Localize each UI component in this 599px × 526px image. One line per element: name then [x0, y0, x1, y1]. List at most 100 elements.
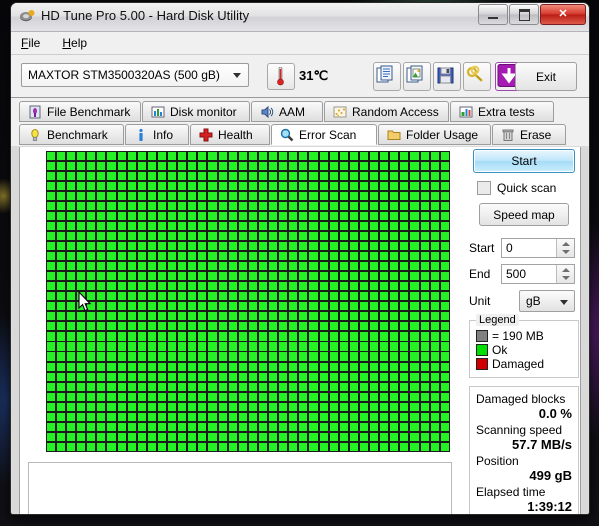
scan-block [299, 232, 308, 241]
start-button[interactable]: Start [473, 149, 575, 173]
scan-block [440, 342, 449, 351]
menu-item-help[interactable]: Help [62, 36, 87, 50]
close-icon: ✕ [558, 8, 568, 20]
copy-image-button[interactable] [403, 62, 431, 91]
license-key-button[interactable] [463, 62, 491, 91]
scan-block [258, 402, 268, 411]
scan-block [137, 352, 146, 361]
scan-block [188, 232, 197, 241]
scan-block [218, 191, 227, 201]
scan-block [67, 372, 76, 381]
scan-block [117, 412, 126, 421]
scan-block [157, 342, 167, 351]
scan-block [228, 282, 237, 291]
speed-map-button[interactable]: Speed map [479, 203, 569, 226]
stepper-up-icon[interactable] [562, 242, 570, 246]
scan-block [430, 222, 439, 231]
unit-select[interactable]: gB [519, 290, 575, 312]
scan-block [137, 392, 146, 401]
scan-block [400, 201, 409, 211]
scan-block [269, 282, 278, 291]
scan-block [87, 362, 96, 371]
scan-block [299, 392, 308, 401]
end-input[interactable]: 500 [501, 264, 575, 284]
scan-block [97, 292, 106, 301]
scan-block [228, 232, 237, 241]
scan-block [117, 232, 126, 241]
scan-block [269, 222, 278, 231]
scan-block [77, 242, 86, 251]
save-button[interactable] [433, 62, 461, 91]
tab-info[interactable]: Info [125, 124, 189, 145]
scan-block [188, 432, 197, 441]
tab-extra-tests[interactable]: Extra tests [450, 101, 554, 122]
scan-block [289, 422, 298, 431]
tab-file-benchmark[interactable]: File Benchmark [19, 101, 141, 122]
scan-block [390, 402, 399, 411]
close-button[interactable]: ✕ [540, 4, 586, 25]
tab-health[interactable]: Health [190, 124, 270, 145]
start-input[interactable]: 0 [501, 238, 575, 258]
scan-block [188, 151, 197, 160]
end-stepper[interactable] [556, 265, 574, 283]
tab-random-access[interactable]: Random Access [324, 101, 449, 122]
minimize-button[interactable] [478, 4, 508, 25]
scan-block [269, 442, 278, 451]
desktop-background: HD Tune Pro 5.00 - Hard Disk Utility ✕ F… [0, 0, 599, 526]
tab-disk-monitor[interactable]: Disk monitor [142, 101, 250, 122]
stepper-up-icon[interactable] [562, 268, 570, 272]
scan-block [117, 181, 126, 191]
start-stepper[interactable] [556, 239, 574, 257]
drive-select[interactable]: MAXTOR STM3500320AS (500 gB) [21, 63, 249, 87]
maximize-button[interactable] [509, 4, 539, 25]
scan-block [430, 422, 439, 431]
scan-block [370, 392, 379, 401]
scan-block [137, 252, 146, 261]
scan-block [46, 262, 55, 271]
tab-erase[interactable]: Erase [492, 124, 566, 145]
scan-block [359, 191, 369, 201]
copy-text-button[interactable] [373, 62, 401, 91]
scan-block [228, 352, 237, 361]
scan-controls: Start Quick scan Speed map Start 0 End 5… [469, 149, 579, 514]
tab-folder-usage[interactable]: Folder Usage [378, 124, 491, 145]
scan-block [390, 161, 399, 170]
scan-block [198, 352, 207, 361]
error-scan-grid[interactable] [46, 151, 450, 452]
tab-error-scan[interactable]: Error Scan [271, 124, 377, 145]
scan-block [67, 282, 76, 291]
stepper-down-icon[interactable] [562, 276, 570, 280]
tab-aam[interactable]: AAM [251, 101, 323, 122]
scan-block [157, 442, 167, 451]
scan-block [168, 262, 177, 271]
scan-block [339, 272, 348, 281]
scan-block [299, 161, 308, 170]
scan-block [87, 212, 96, 221]
quick-scan-checkbox-row[interactable]: Quick scan [477, 181, 579, 195]
scan-block [117, 312, 126, 321]
scan-block [410, 322, 419, 331]
menu-item-file[interactable]: File [21, 36, 40, 50]
scan-block [147, 282, 156, 291]
scan-block [299, 382, 308, 391]
exit-button[interactable]: Exit [515, 62, 577, 91]
scan-block [157, 422, 167, 431]
scan-block [87, 332, 96, 341]
scan-block [299, 282, 308, 291]
tab-benchmark[interactable]: Benchmark [19, 124, 124, 145]
scan-block [349, 442, 358, 451]
scan-block [147, 362, 156, 371]
scan-block [299, 372, 308, 381]
temperature-button[interactable] [267, 63, 295, 90]
scan-block [46, 312, 55, 321]
quick-scan-checkbox[interactable] [477, 181, 491, 195]
scan-block [157, 181, 167, 191]
stepper-down-icon[interactable] [562, 250, 570, 254]
scan-block [440, 191, 449, 201]
scan-block [218, 382, 227, 391]
scan-block [440, 272, 449, 281]
scan-block [319, 342, 328, 351]
copy-image-icon [406, 65, 423, 83]
scan-block [107, 171, 116, 180]
scan-block [289, 352, 298, 361]
